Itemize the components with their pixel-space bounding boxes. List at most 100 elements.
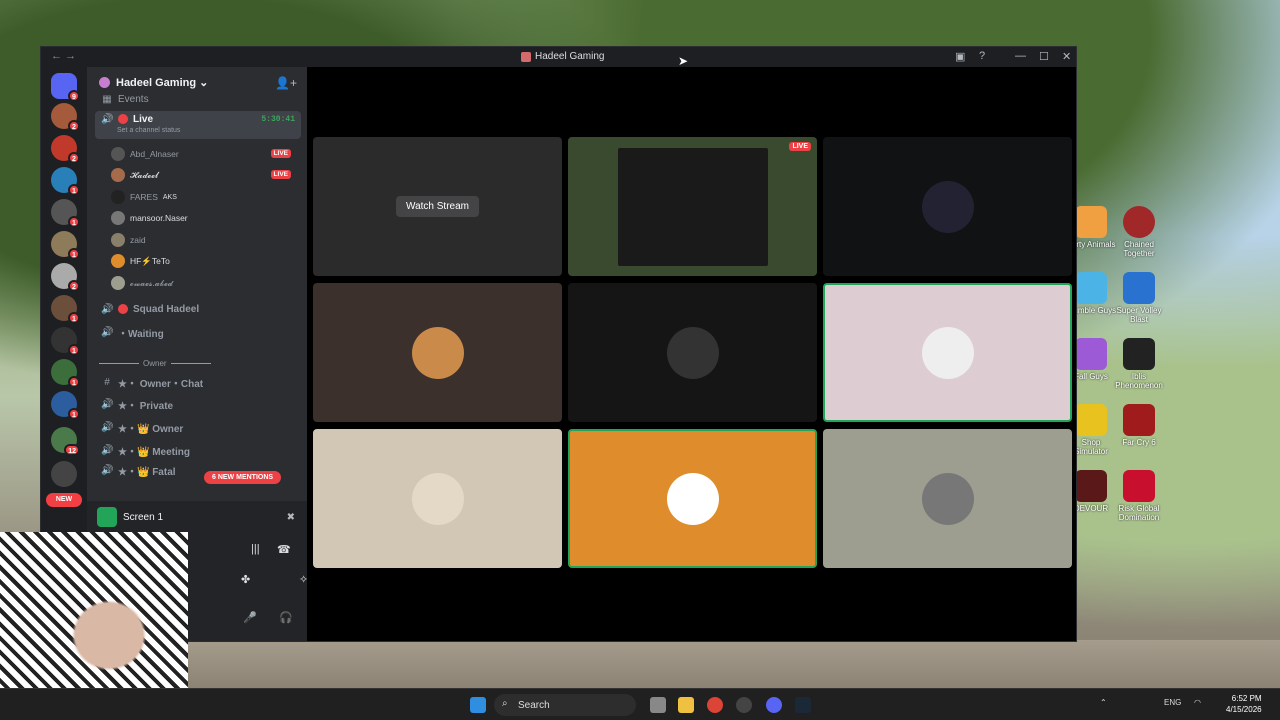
voice-channel-icon: 🔊 <box>101 114 114 125</box>
record-dot-icon <box>118 114 128 124</box>
mouse-cursor-icon: ➤ <box>678 54 689 68</box>
server-icon-6[interactable]: 2 <box>51 263 80 292</box>
server-icon-3[interactable]: 1 <box>51 167 80 196</box>
voice-channel-icon: 🔊 <box>101 444 114 456</box>
channel-waiting[interactable]: 🔊 ・Waiting <box>95 322 301 342</box>
voice-user[interactable]: Abd_Alnaser LIVE <box>111 144 291 164</box>
avatar <box>921 326 974 379</box>
channel-status-hint[interactable]: Set a channel status <box>117 127 180 134</box>
desktop-icon-super-volley-blast[interactable]: Super Volley Blast <box>1112 272 1166 324</box>
desktop-icon-chained-together[interactable]: Chained Together <box>1112 206 1166 258</box>
avatar <box>111 211 125 225</box>
desktop-icon-far-cry[interactable]: Far Cry 6 <box>1112 404 1166 447</box>
channel-private[interactable]: 🔊 ★・ Private <box>95 394 301 414</box>
user-tile[interactable] <box>823 137 1072 276</box>
avatar <box>666 472 719 525</box>
new-pill[interactable]: NEW <box>46 493 82 507</box>
live-badge: LIVE <box>789 142 811 151</box>
server-icon-10[interactable]: 1 <box>51 391 80 420</box>
video-grid: Watch Stream LIVE <box>307 67 1076 641</box>
inbox-icon[interactable]: ▣ <box>955 50 965 63</box>
voice-channel-icon: 🔊 <box>101 464 114 476</box>
avatar <box>921 472 974 525</box>
category-owner[interactable]: Owner <box>99 357 299 369</box>
user-tile[interactable] <box>823 429 1072 568</box>
server-icon-8[interactable]: 1 <box>51 327 80 356</box>
stream-screenshot <box>617 147 768 266</box>
screen-share-panel: Screen 1 ✖ <box>87 501 307 533</box>
stream-tile-live[interactable]: LIVE <box>568 137 817 276</box>
help-icon[interactable]: ? <box>979 50 985 62</box>
voice-user[interactable]: zaid <box>111 230 291 250</box>
voice-user[interactable]: FARES AKS <box>111 187 291 207</box>
channel-events[interactable]: ▦ Events <box>95 93 301 105</box>
tray-chevron-icon[interactable]: ⌃ <box>1100 698 1107 707</box>
avatar <box>666 326 719 379</box>
desktop-icon-risk[interactable]: Risk Global Domination <box>1112 470 1166 522</box>
server-logo-icon <box>99 76 110 88</box>
server-icon-5[interactable]: 1 <box>51 231 80 260</box>
wifi-icon[interactable]: ◠ <box>1194 698 1201 707</box>
server-icon-12[interactable] <box>51 461 77 487</box>
record-dot-icon <box>118 304 128 314</box>
avatar <box>411 326 464 379</box>
avatar <box>411 472 464 525</box>
server-icon-2[interactable]: 2 <box>51 135 80 164</box>
avatar <box>111 276 125 290</box>
add-member-icon[interactable]: 👤+ <box>275 76 297 90</box>
discord-home-icon[interactable]: 9 <box>51 73 80 102</box>
disconnect-icon[interactable]: ☎ <box>277 543 291 556</box>
avatar <box>111 254 125 268</box>
activities-icon[interactable]: ✤ <box>241 573 250 586</box>
search-icon: ⌕ <box>502 698 508 709</box>
screen-share-icon <box>97 507 117 527</box>
voice-user[interactable]: 𝓗𝓪𝓭𝓮𝓮𝓵 LIVE <box>111 165 291 185</box>
voice-user[interactable]: HF⚡TeTo <box>111 251 291 271</box>
discord-taskbar-icon[interactable] <box>766 697 782 713</box>
channel-meeting[interactable]: 🔊 ★・👑 Meeting <box>95 440 301 460</box>
close-button[interactable]: ✕ <box>1062 50 1071 63</box>
voice-user[interactable]: mansoor.Naser <box>111 208 291 228</box>
new-mentions-pill[interactable]: 6 NEW MENTIONS <box>204 471 282 484</box>
desktop-icon-iblis[interactable]: Iblis Phenomenon <box>1112 338 1166 390</box>
maximize-button[interactable]: ☐ <box>1039 50 1049 63</box>
server-icon-9[interactable]: 1 <box>51 359 80 388</box>
stream-tile-preview[interactable]: Watch Stream <box>313 137 562 276</box>
watch-stream-button[interactable]: Watch Stream <box>396 196 479 217</box>
channel-live[interactable]: 🔊 Live 5:30:41 Set a channel status <box>95 111 301 139</box>
taskbar-search[interactable]: ⌕ Search <box>494 694 636 716</box>
channel-owner-chat[interactable]: # ★・ Owner・Chat <box>95 372 301 392</box>
server-icon-7[interactable]: 1 <box>51 295 80 324</box>
stop-share-icon[interactable]: ✖ <box>287 512 295 523</box>
avatar <box>111 168 125 182</box>
windows-start-icon[interactable] <box>470 697 486 713</box>
window-title: Hadeel Gaming <box>521 51 604 62</box>
user-tile-speaking[interactable] <box>568 429 817 568</box>
minimize-button[interactable]: — <box>1015 50 1026 62</box>
avatar <box>111 233 125 247</box>
lang-indicator[interactable]: ENG <box>1164 698 1181 707</box>
headphones-icon[interactable]: 🎧 <box>279 611 293 624</box>
task-view-icon[interactable] <box>650 697 666 713</box>
user-tile[interactable] <box>568 283 817 422</box>
server-icon-11[interactable]: 12 <box>51 427 80 456</box>
voice-channel-icon: 🔊 <box>101 303 114 315</box>
chrome-icon[interactable] <box>707 697 723 713</box>
microphone-icon[interactable]: 🎤 <box>243 611 257 624</box>
back-arrow-icon[interactable]: ← → <box>51 50 76 62</box>
user-tile-speaking[interactable] <box>823 283 1072 422</box>
channel-squad-hadeel[interactable]: 🔊 Squad Hadeel <box>95 299 301 319</box>
file-explorer-icon[interactable] <box>678 697 694 713</box>
server-icon <box>521 51 531 62</box>
server-icon-1[interactable]: 2 <box>51 103 80 132</box>
taskbar-clock[interactable]: 6:52 PM 4/15/2026 <box>1226 693 1262 715</box>
user-tile[interactable] <box>313 429 562 568</box>
user-tile[interactable] <box>313 283 562 422</box>
obs-icon[interactable] <box>736 697 752 713</box>
noise-suppression-icon[interactable]: ||| <box>251 543 260 555</box>
channel-owner[interactable]: 🔊 ★・👑 Owner <box>95 417 301 437</box>
server-icon-4[interactable]: 1 <box>51 199 80 228</box>
voice-user[interactable]: 𝓸𝔀𝓪𝓮𝓼.𝓪𝓫𝓮𝓭 <box>111 273 291 293</box>
discord-window: ← → Hadeel Gaming ▣ ? — ☐ ✕ 9 2 2 1 1 1 … <box>40 46 1077 642</box>
steam-icon[interactable] <box>795 697 811 713</box>
